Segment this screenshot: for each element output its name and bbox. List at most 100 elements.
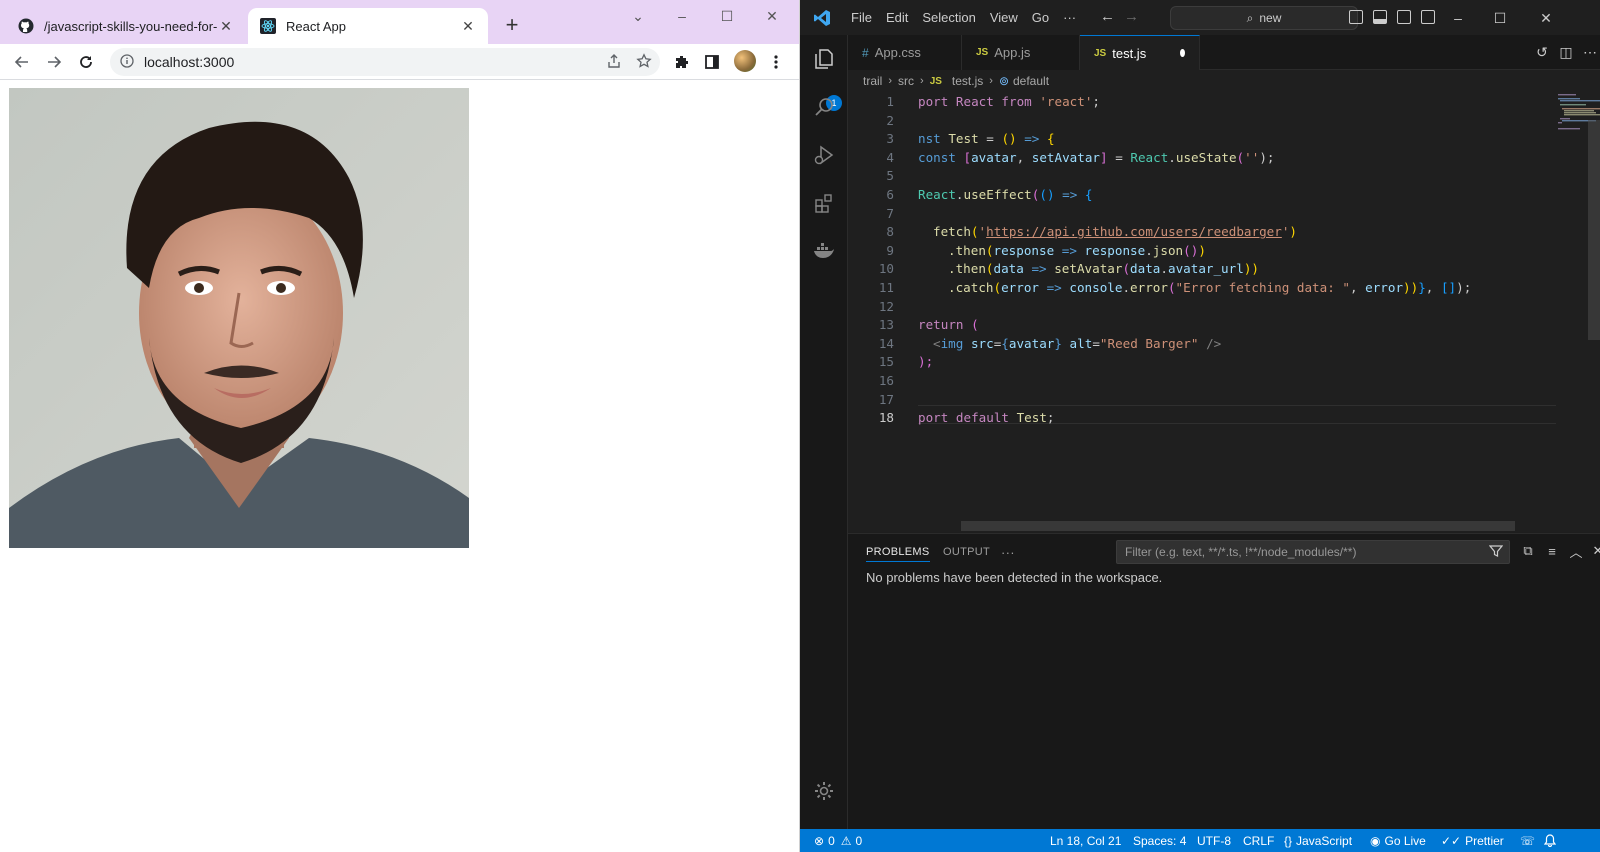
extensions-icon[interactable] <box>800 179 848 227</box>
share-icon[interactable] <box>606 53 622 72</box>
breadcrumb-item[interactable]: test.js <box>952 74 983 88</box>
tab-output[interactable]: OUTPUT <box>943 542 990 562</box>
code-editor[interactable]: 1 2 3 4 5 6 7 8 9 10 11 12 13 14 15 16 1… <box>848 92 1600 532</box>
info-icon[interactable] <box>120 53 134 71</box>
breadcrumb-item[interactable]: default <box>1013 74 1049 88</box>
more-menu-icon[interactable] <box>764 50 788 74</box>
collapse-all-icon[interactable]: ⧉ <box>1520 543 1536 559</box>
close-icon[interactable]: ✕ <box>460 18 476 35</box>
side-panel-icon[interactable] <box>700 50 724 74</box>
browser-tab-react-app[interactable]: React App ✕ <box>248 8 488 44</box>
line-number: 4 <box>886 149 894 165</box>
status-encoding[interactable]: UTF-8 <box>1197 829 1231 852</box>
unsaved-dot-icon[interactable] <box>1180 49 1185 57</box>
command-center[interactable]: ⌕ new <box>1170 6 1358 30</box>
tab-problems[interactable]: PROBLEMS <box>866 542 930 562</box>
search-icon[interactable] <box>800 83 848 131</box>
status-language[interactable]: {} JavaScript <box>1284 829 1352 852</box>
status-eol[interactable]: CRLF <box>1243 829 1274 852</box>
split-editor-icon[interactable]: ◫ <box>1558 44 1574 60</box>
code-line-10: .then(data => setAvatar(data.avatar_url)… <box>948 261 1259 277</box>
warning-icon: ⚠ <box>840 833 852 848</box>
status-go-live[interactable]: ◉ Go Live <box>1370 829 1426 852</box>
js-file-icon: JS <box>1094 47 1107 59</box>
close-window-icon[interactable]: ✕ <box>1536 8 1556 28</box>
menu-view[interactable]: View <box>983 10 1025 25</box>
command-center-label: new <box>1259 11 1282 25</box>
problems-filter-input[interactable]: Filter (e.g. text, **/*.ts, !**/node_mod… <box>1116 540 1510 564</box>
status-indentation[interactable]: Spaces: 4 <box>1133 829 1186 852</box>
line-number: 13 <box>878 317 894 333</box>
vertical-scrollbar[interactable] <box>1588 120 1600 340</box>
tab-test-js[interactable]: JS test.js <box>1080 35 1200 70</box>
menu-edit[interactable]: Edit <box>879 10 915 25</box>
forward-icon[interactable] <box>42 50 66 74</box>
extensions-icon[interactable] <box>670 50 694 74</box>
line-number: 10 <box>878 261 894 277</box>
back-icon[interactable] <box>10 50 34 74</box>
run-debug-icon[interactable] <box>800 131 848 179</box>
bookmark-star-icon[interactable] <box>636 52 652 72</box>
status-bar: ⊗ 0 ⚠ 0 Ln 18, Col 21 Spaces: 4 UTF-8 CRLF… <box>800 829 1600 852</box>
reload-icon[interactable] <box>74 50 98 74</box>
web-page-content <box>0 81 799 852</box>
code-line-6: React.useEffect(() => { <box>918 187 1093 202</box>
docker-icon[interactable] <box>800 227 848 275</box>
maximize-icon[interactable]: ☐ <box>1490 8 1510 28</box>
browser-tab-github[interactable]: /javascript-skills-you-need-for-re ✕ <box>8 8 244 44</box>
code-line-3: nst Test = () => { <box>918 131 1055 147</box>
line-number: 11 <box>878 280 894 295</box>
address-bar[interactable]: localhost:3000 <box>110 48 660 76</box>
new-tab-button[interactable]: + <box>500 14 524 36</box>
timeline-icon[interactable]: ↺ <box>1534 44 1550 60</box>
close-window-icon[interactable]: ✕ <box>760 6 784 26</box>
menu-selection[interactable]: Selection <box>915 10 982 25</box>
search-icon: ⌕ <box>1246 10 1254 25</box>
more-actions-icon[interactable]: ⋯ <box>1582 44 1598 60</box>
nav-back-icon[interactable]: ← <box>1100 8 1115 25</box>
maximize-icon[interactable]: ☐ <box>715 6 739 26</box>
menu-file[interactable]: File <box>844 10 879 25</box>
settings-gear-icon[interactable] <box>800 767 848 815</box>
minimize-icon[interactable]: – <box>670 6 694 26</box>
status-prettier[interactable]: ✓✓ Prettier <box>1441 829 1504 852</box>
tab-app-js[interactable]: JS App.js <box>962 35 1080 70</box>
code-line-18: port default Test; <box>918 410 1055 426</box>
filter-icon[interactable] <box>1488 544 1504 561</box>
broadcast-icon: ◉ <box>1370 833 1381 848</box>
close-icon[interactable]: ✕ <box>218 18 234 35</box>
chevron-right-icon: › <box>920 75 924 87</box>
menu-go[interactable]: Go <box>1025 10 1056 25</box>
vscode-titlebar: File Edit Selection View Go ··· ← → ⌕ ne… <box>800 0 1600 35</box>
line-number: 6 <box>886 187 894 202</box>
chevron-right-icon: › <box>888 75 893 87</box>
feedback-icon[interactable]: ☏ <box>1520 829 1535 852</box>
line-number: 5 <box>886 168 894 184</box>
toggle-panel-icon[interactable] <box>1373 10 1387 24</box>
status-problems[interactable]: ⊗ 0 ⚠ 0 <box>814 829 862 852</box>
menu-more[interactable]: ··· <box>1056 10 1083 25</box>
react-icon <box>260 18 276 34</box>
breadcrumb-item[interactable]: src <box>898 74 914 88</box>
minimize-icon[interactable]: – <box>1448 8 1468 28</box>
notifications-bell-icon[interactable] <box>1544 829 1556 852</box>
tab-title: React App <box>286 18 346 34</box>
close-panel-icon[interactable]: ✕ <box>1590 543 1600 559</box>
horizontal-scrollbar[interactable] <box>961 521 1515 531</box>
tab-app-css[interactable]: # App.css <box>848 35 962 70</box>
breadcrumb-item[interactable]: trail <box>863 74 882 88</box>
profile-avatar[interactable] <box>734 50 756 72</box>
vscode-window: File Edit Selection View Go ··· ← → ⌕ ne… <box>800 0 1600 852</box>
maximize-panel-icon[interactable]: ︿ <box>1568 543 1584 560</box>
toggle-primary-sidebar-icon[interactable] <box>1349 10 1363 24</box>
nav-forward-icon[interactable]: → <box>1124 8 1139 25</box>
toggle-secondary-sidebar-icon[interactable] <box>1397 10 1411 24</box>
panel-more-icon[interactable]: ··· <box>1001 542 1015 562</box>
tab-search-icon[interactable]: ⌄ <box>626 6 650 26</box>
github-icon <box>18 18 34 34</box>
status-cursor-position[interactable]: Ln 18, Col 21 <box>1050 829 1121 852</box>
code-line-14: <img src={avatar} alt="Reed Barger" /> <box>933 335 1222 351</box>
view-as-list-icon[interactable]: ≡ <box>1544 543 1560 559</box>
customize-layout-icon[interactable] <box>1421 10 1435 24</box>
explorer-icon[interactable] <box>800 35 848 83</box>
